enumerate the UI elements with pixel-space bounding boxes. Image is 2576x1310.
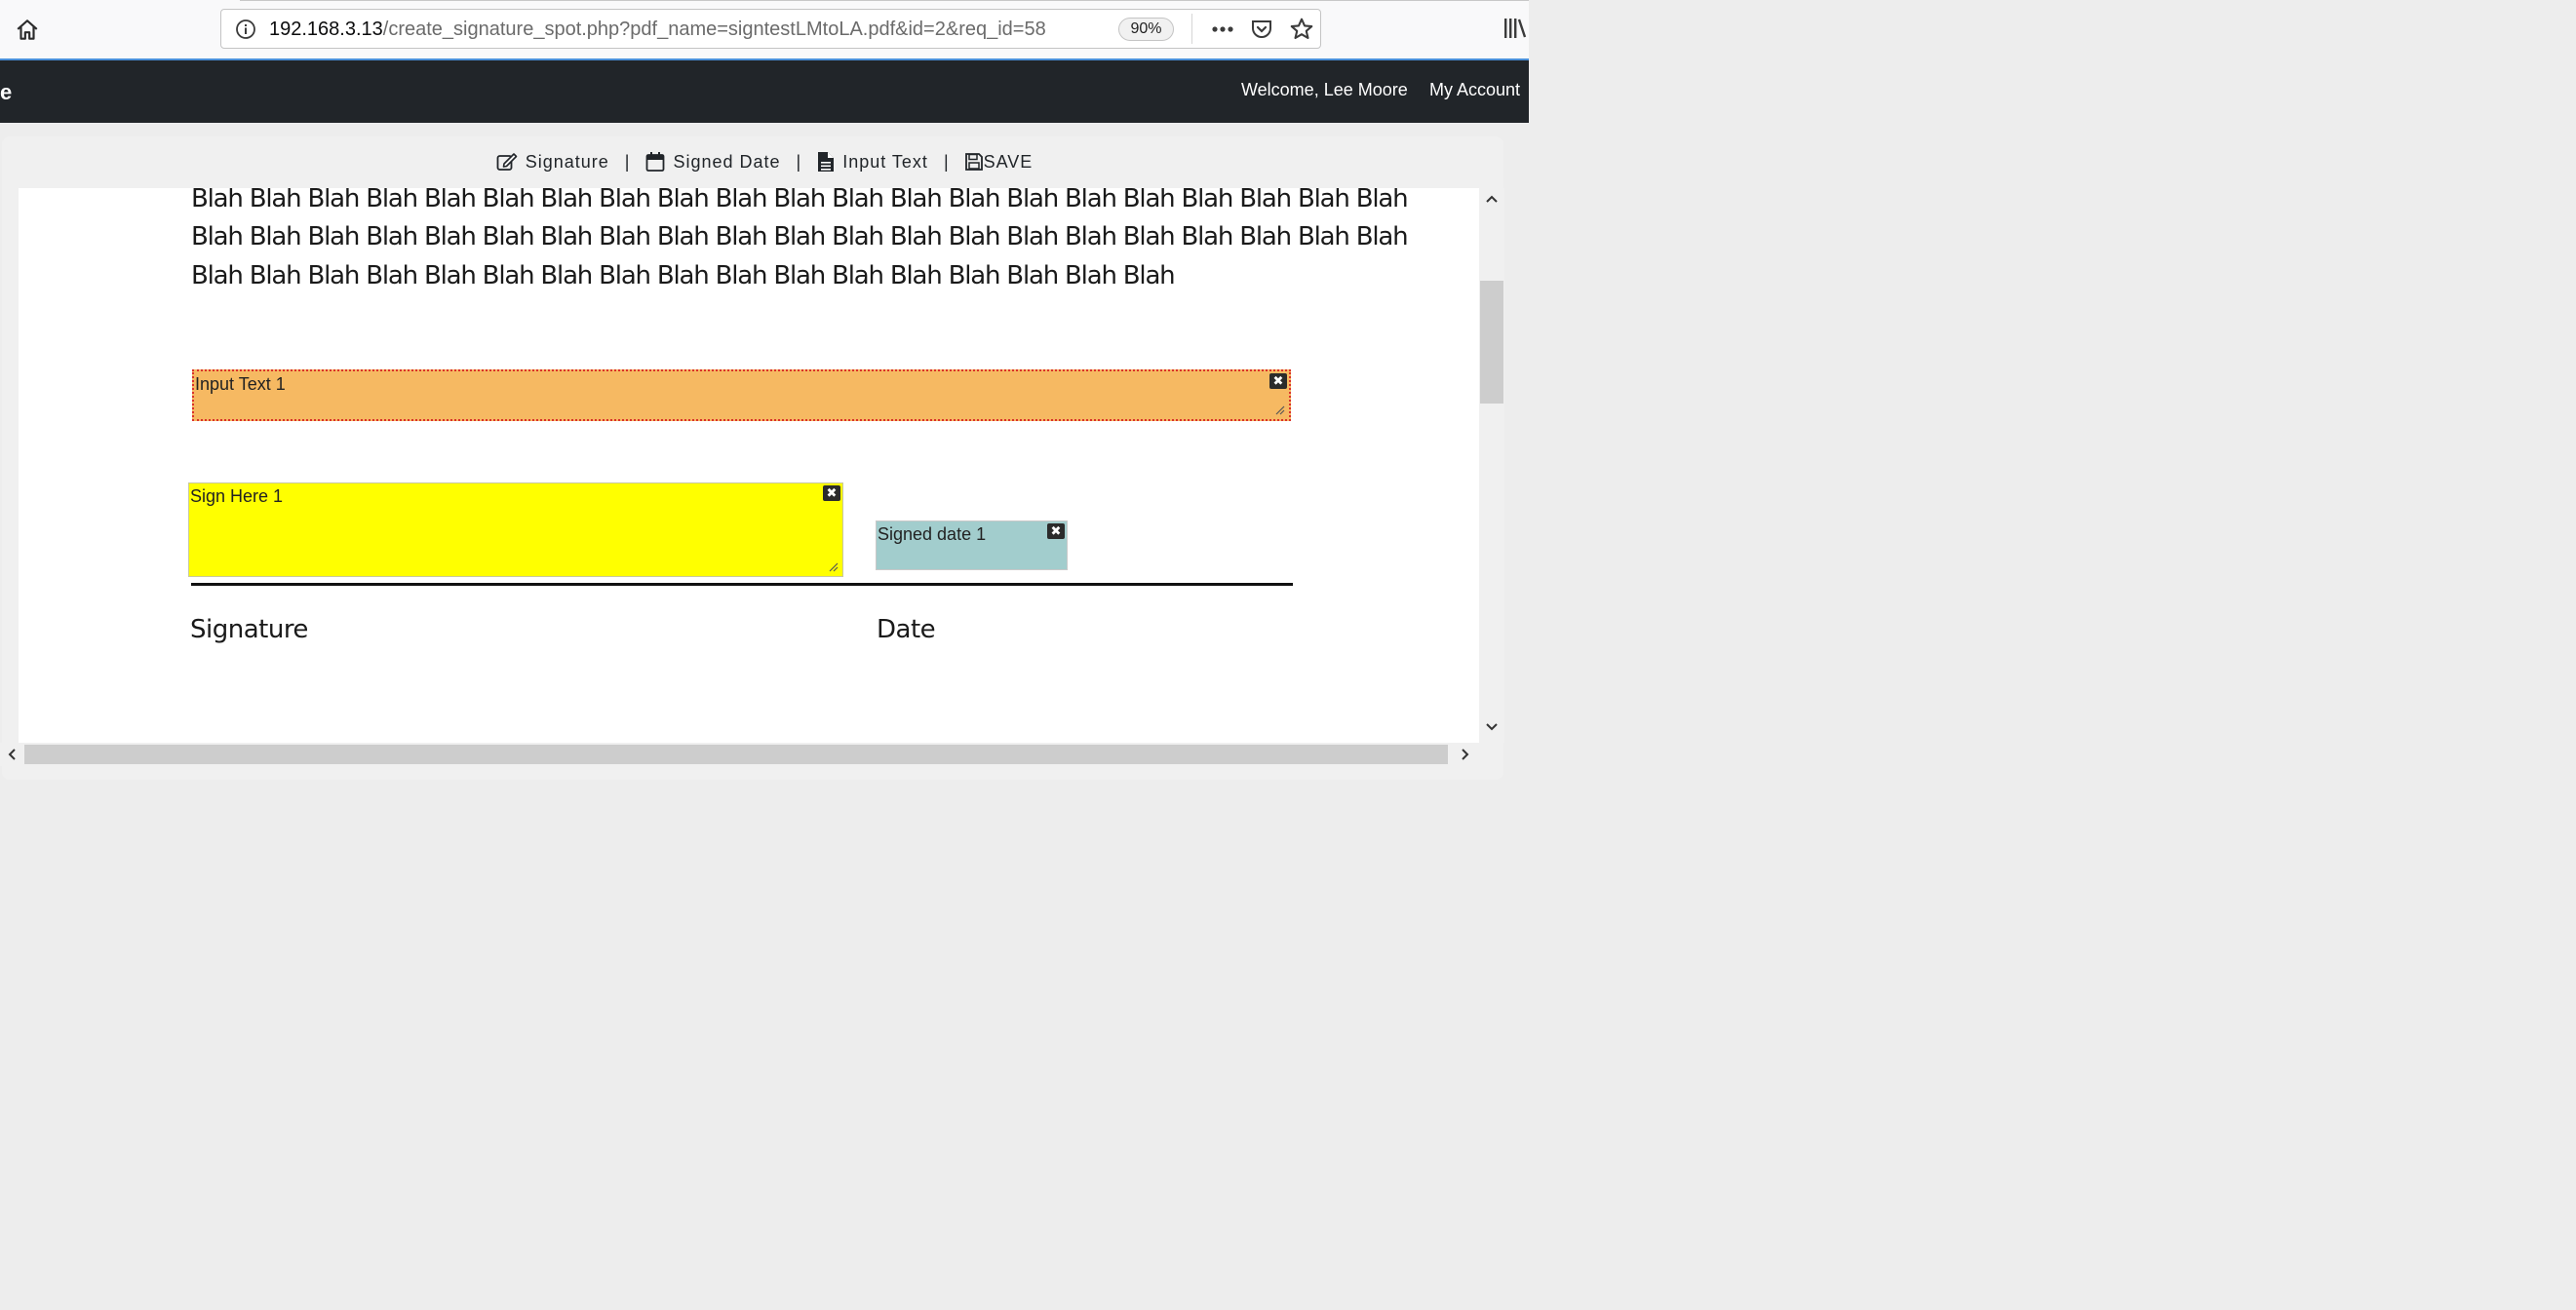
library-icon[interactable] — [1502, 16, 1529, 48]
input-text-field-label: Input Text 1 — [195, 374, 286, 394]
scroll-right-arrow-icon[interactable] — [1460, 748, 1471, 761]
save-button[interactable]: SAVE — [964, 151, 1034, 173]
date-caption: Date — [877, 615, 936, 644]
scroll-down-arrow-icon[interactable] — [1485, 721, 1499, 733]
app-navbar: e Welcome, Lee Moore My Account — [0, 60, 1529, 123]
file-text-icon — [818, 152, 835, 172]
resize-handle-icon[interactable] — [1275, 405, 1285, 415]
bookmark-star-icon[interactable] — [1289, 17, 1314, 47]
input-text-field[interactable]: Input Text 1 ✖ — [192, 369, 1291, 421]
home-icon[interactable] — [10, 14, 45, 47]
welcome-message: Welcome, Lee Moore — [1241, 80, 1408, 99]
resize-handle-icon[interactable] — [829, 562, 839, 572]
add-input-text-button[interactable]: Input Text — [817, 151, 928, 173]
add-signature-button[interactable]: Signature — [496, 152, 609, 173]
horizontal-scrollbar[interactable] — [0, 743, 1479, 766]
signature-field[interactable]: Sign Here 1 ✖ — [188, 482, 843, 577]
signed-date-tool-label: Signed Date — [673, 151, 781, 172]
tab-strip-edge — [240, 0, 1529, 1]
document-text-line: Blah Blah Blah Blah Blah Blah Blah Blah … — [191, 261, 1176, 290]
url-path: /create_signature_spot.php?pdf_name=sign… — [382, 19, 1046, 40]
signature-caption: Signature — [190, 615, 308, 644]
url-host: 192.168.3.13 — [269, 19, 383, 40]
address-bar[interactable]: 192.168.3.13/create_signature_spot.php?p… — [220, 9, 1321, 49]
signature-line — [191, 583, 1293, 586]
signed-date-field[interactable]: Signed date 1 ✖ — [876, 520, 1068, 570]
field-toolbar: Signature | Signed Date | Input Text | S… — [0, 136, 1529, 187]
save-label: SAVE — [983, 151, 1034, 172]
vertical-scroll-thumb[interactable] — [1480, 281, 1503, 404]
scroll-up-arrow-icon[interactable] — [1485, 193, 1499, 205]
vertical-scrollbar[interactable] — [1479, 188, 1504, 743]
scroll-left-arrow-icon[interactable] — [6, 748, 18, 761]
floppy-disk-icon — [964, 153, 983, 171]
pdf-viewport[interactable]: Blah Blah Blah Blah Blah Blah Blah Blah … — [19, 188, 1479, 743]
url-text[interactable]: 192.168.3.13/create_signature_spot.php?p… — [269, 19, 1046, 41]
signature-field-label: Sign Here 1 — [190, 486, 284, 506]
remove-input-text-field-button[interactable]: ✖ — [1269, 373, 1287, 389]
horizontal-scroll-thumb[interactable] — [24, 745, 1448, 764]
signature-tool-label: Signature — [525, 151, 609, 172]
toolbar-separator: | — [943, 151, 950, 172]
toolbar-separator: | — [796, 151, 802, 172]
add-signed-date-button[interactable]: Signed Date — [645, 151, 780, 173]
brand-title[interactable]: e — [0, 80, 12, 105]
remove-signature-field-button[interactable]: ✖ — [823, 485, 840, 501]
my-account-link[interactable]: My Account — [1429, 80, 1520, 100]
toolbar-separator: | — [624, 151, 631, 172]
calendar-icon — [646, 152, 665, 172]
more-actions-icon[interactable] — [1210, 18, 1235, 46]
browser-toolbar: 192.168.3.13/create_signature_spot.php?p… — [0, 0, 1529, 58]
remove-signed-date-field-button[interactable]: ✖ — [1047, 523, 1065, 539]
input-text-tool-label: Input Text — [842, 151, 928, 172]
pocket-icon[interactable] — [1250, 18, 1273, 46]
info-icon[interactable] — [235, 19, 256, 45]
zoom-level-badge[interactable]: 90% — [1118, 18, 1174, 41]
document-text-line: Blah Blah Blah Blah Blah Blah Blah Blah … — [191, 188, 1409, 213]
divider — [1191, 14, 1192, 44]
edit-icon — [496, 153, 517, 171]
signed-date-field-label: Signed date 1 — [878, 524, 987, 544]
document-text-line: Blah Blah Blah Blah Blah Blah Blah Blah … — [191, 222, 1409, 251]
